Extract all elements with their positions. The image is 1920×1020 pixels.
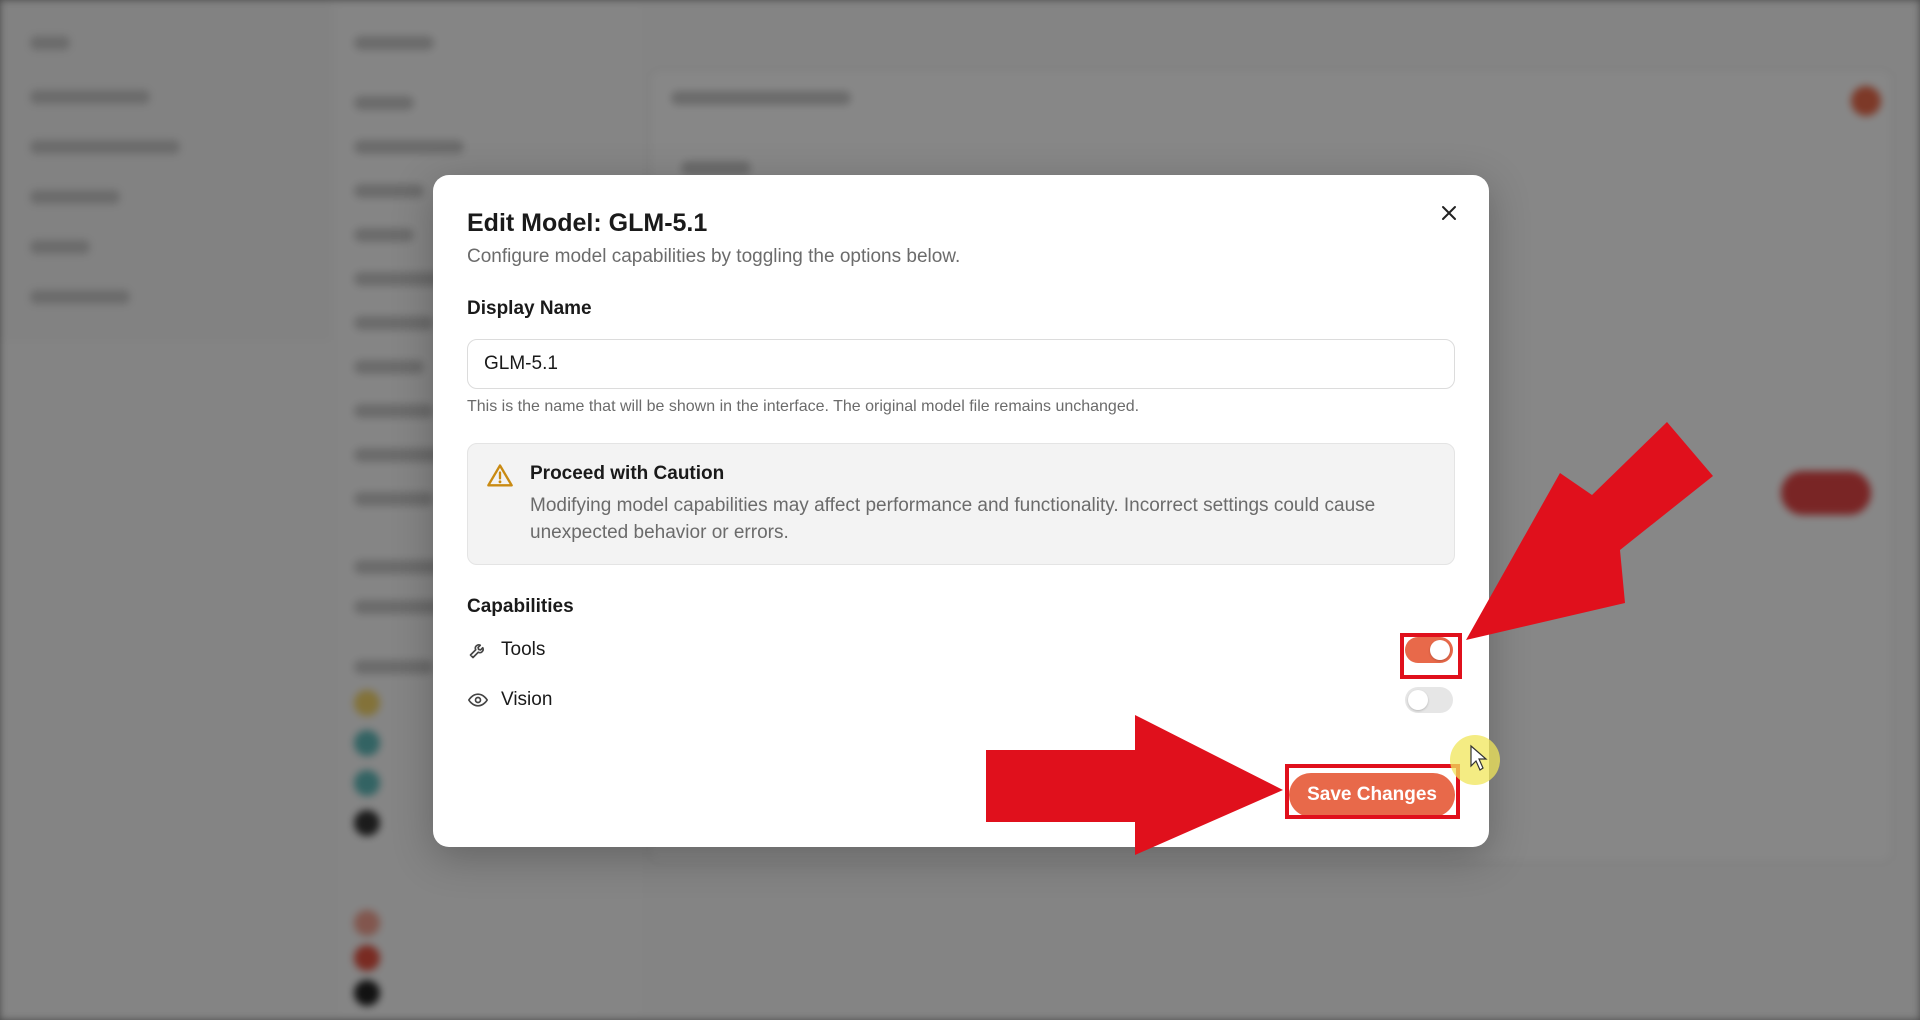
annotation-layer bbox=[986, 422, 1713, 855]
arrow-to-tools-toggle bbox=[1466, 422, 1713, 640]
arrow-to-save-button bbox=[986, 715, 1283, 855]
mouse-pointer-icon bbox=[1470, 744, 1488, 771]
